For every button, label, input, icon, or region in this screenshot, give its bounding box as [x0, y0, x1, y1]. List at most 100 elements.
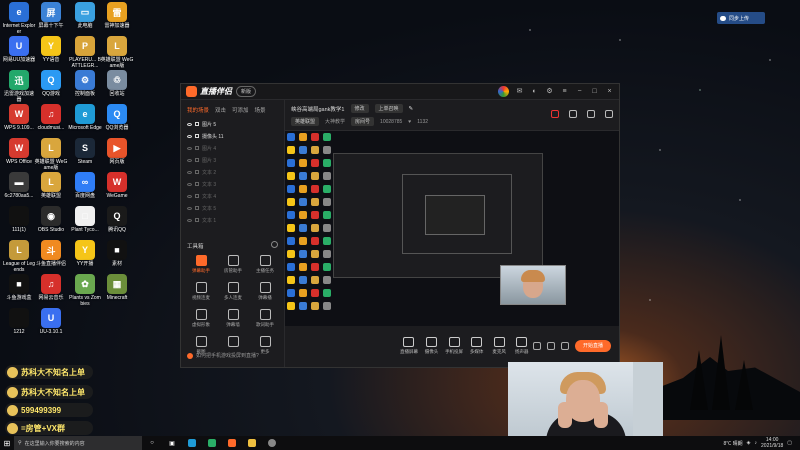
lock-icon[interactable] [195, 182, 199, 186]
source-item[interactable]: 文本 5 [181, 202, 284, 214]
lock-icon[interactable] [195, 134, 199, 138]
tool-button[interactable]: 弹幕墙 [217, 309, 249, 328]
taskbar-search[interactable]: ⚲ 在这里输入你要搜索的内容 [14, 436, 142, 450]
desktop-icon[interactable]: U UU-3.10.1 [34, 308, 68, 335]
source-item[interactable]: 图片 5 [181, 118, 284, 130]
start-button[interactable]: ⊞ [0, 436, 14, 450]
source-item[interactable]: 摄像头 11 [181, 130, 284, 142]
eye-icon[interactable] [187, 146, 192, 150]
settings-icon[interactable]: ⚙ [545, 87, 554, 96]
desktop-icon[interactable]: ♫ cloudmusi... [34, 104, 68, 131]
gift-icon[interactable] [551, 110, 559, 118]
source-item[interactable]: 文本 1 [181, 214, 284, 226]
lock-icon[interactable] [195, 146, 199, 150]
scene-tab[interactable]: 场景 [255, 106, 266, 114]
effect-icon[interactable] [547, 342, 555, 350]
eye-icon[interactable] [187, 206, 192, 210]
desktop-icon[interactable]: □ Plant Tyco... [68, 206, 102, 233]
desktop-icon[interactable]: Y YY语音 [34, 36, 68, 63]
go-live-button[interactable]: 开始直播 [575, 340, 611, 352]
lock-icon[interactable] [195, 158, 199, 162]
desktop-icon[interactable]: ◉ OBS Studio [34, 206, 68, 233]
capture-control[interactable]: 摄像头 [420, 337, 443, 355]
tool-button[interactable]: 歌词助手 [249, 309, 281, 328]
desktop-icon[interactable]: ♫ 网易云音乐 [34, 274, 68, 301]
edge-taskbar-icon[interactable] [182, 436, 202, 450]
minimize-icon[interactable]: − [575, 87, 584, 96]
desktop-icon[interactable]: P PLAYERU... BATTLEGR... [68, 36, 102, 69]
edit-icon[interactable]: ✎ [409, 106, 414, 112]
desktop-icon[interactable]: W WeGame [100, 172, 134, 199]
lock-icon[interactable] [195, 170, 199, 174]
desktop-icon[interactable]: 1212 [2, 308, 36, 335]
desktop-icon[interactable]: ■ 斗鱼游戏盒 [2, 274, 36, 301]
lock-icon[interactable] [195, 122, 199, 126]
desktop-icon[interactable]: 111(1) [2, 206, 36, 233]
desktop-icon[interactable]: Y YY开播 [68, 240, 102, 267]
network-icon[interactable]: ◈ [747, 440, 751, 446]
desktop-icon[interactable]: 屏屏幕十下午 [34, 2, 68, 29]
desktop-icon[interactable]: 雷雷神加速器 [100, 2, 134, 29]
tool-button[interactable]: 虚拟形象 [185, 309, 217, 328]
source-item[interactable]: 图片 3 [181, 154, 284, 166]
wechat-taskbar-icon[interactable] [202, 436, 222, 450]
explorer-taskbar-icon[interactable] [242, 436, 262, 450]
source-item[interactable]: 图片 4 [181, 142, 284, 154]
modify-title-button[interactable]: 修改 [350, 104, 369, 113]
desktop-icon[interactable]: ∞ 百度网盘 [68, 172, 102, 199]
notification-icon[interactable]: ▢ [787, 440, 792, 446]
desktop-icon[interactable]: S Steam [68, 138, 102, 165]
desktop-icon[interactable]: L 英雄联盟 WeGame版 [34, 138, 68, 171]
tool-button[interactable]: 视频连麦 [185, 282, 217, 301]
desktop-icon[interactable]: ♲ 回收站 [100, 70, 134, 97]
lock-icon[interactable] [195, 194, 199, 198]
desktop-icon[interactable]: L League of Legends [2, 240, 36, 273]
scene-tab[interactable]: 双击 [215, 106, 226, 114]
volume-icon[interactable]: ♪ [755, 440, 758, 446]
capture-control[interactable]: 直播屏幕 [398, 337, 421, 355]
desktop-icon[interactable]: L 英雄联盟 WeGame版 [100, 36, 134, 69]
tool-button[interactable]: 房管助手 [217, 255, 249, 274]
desktop-icon[interactable]: W WPS 9.109... [2, 104, 36, 131]
eye-icon[interactable] [187, 134, 192, 138]
eye-icon[interactable] [187, 158, 192, 162]
source-item[interactable]: 文本 2 [181, 166, 284, 178]
capture-control[interactable]: 手机投屏 [443, 337, 466, 355]
desktop-icon[interactable]: L 英雄联盟 [34, 172, 68, 199]
tool-button[interactable]: 弹幕助手 [185, 255, 217, 274]
mail-icon[interactable]: ✉ [515, 87, 524, 96]
desktop-icon[interactable]: 斗斗鱼直播伴侣 [34, 240, 68, 267]
eye-icon[interactable] [187, 194, 192, 198]
share-icon[interactable] [605, 110, 613, 118]
desktop-icon[interactable]: ▦ Minecraft [100, 274, 134, 301]
desktop-icon[interactable]: ▭ 此电脑 [68, 2, 102, 29]
chat-icon[interactable] [569, 110, 577, 118]
capture-control[interactable]: 扬声器 [510, 337, 533, 355]
source-item[interactable]: 文本 4 [181, 190, 284, 202]
desktop-icon[interactable]: e Internet Explorer [2, 2, 36, 35]
weather-text[interactable]: 8℃ 晴朗 [723, 440, 742, 447]
desktop-icon[interactable]: ✿ Plants vs Zombies [68, 274, 102, 307]
source-item[interactable]: 文本 3 [181, 178, 284, 190]
task-view-icon[interactable]: ▣ [162, 436, 182, 450]
streaming-app-taskbar-icon[interactable] [222, 436, 242, 450]
notify-icon[interactable] [587, 110, 595, 118]
lock-icon[interactable] [195, 206, 199, 210]
tool-button[interactable]: 主播任务 [249, 255, 281, 274]
toolbox-more-icon[interactable] [271, 241, 278, 248]
version-badge[interactable]: 新版 [236, 86, 257, 97]
eye-icon[interactable] [187, 182, 192, 186]
close-icon[interactable]: × [605, 87, 614, 96]
help-tip[interactable]: 如何把手机游戏投屏到直播? [187, 352, 259, 359]
scene-tab[interactable]: 可添加 [232, 106, 249, 114]
desktop-icon[interactable]: Q QQ游戏 [34, 70, 68, 97]
clock[interactable]: 14:00 2021/9/18 [761, 437, 783, 449]
desktop-icon[interactable]: Q QQ浏览器 [100, 104, 134, 131]
desktop-icon[interactable]: 迅迅雷游戏加速器 [2, 70, 36, 103]
eye-icon[interactable] [187, 122, 192, 126]
tool-button[interactable]: 弹幕播 [249, 282, 281, 301]
cortana-icon[interactable]: ○ [142, 436, 162, 450]
desktop-icon[interactable]: U 网易UU加速器 [2, 36, 36, 63]
lock-icon[interactable] [195, 218, 199, 222]
eye-icon[interactable] [187, 218, 192, 222]
